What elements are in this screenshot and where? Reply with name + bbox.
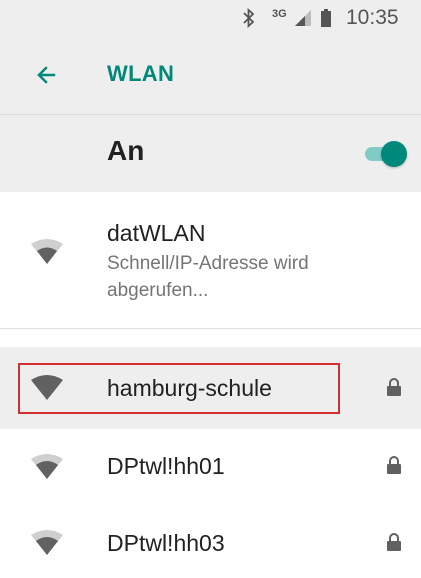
master-switch-label: An (107, 135, 145, 166)
battery-icon (321, 0, 331, 36)
wifi-signal-icon (30, 454, 64, 480)
signal-icon (294, 0, 312, 36)
section-spacer (0, 329, 421, 347)
clock: 10:35 (346, 6, 399, 29)
toggle-thumb (381, 141, 407, 167)
network-item[interactable]: DPtwl!hh01 (0, 429, 421, 505)
network-ssid: hamburg-schule (107, 375, 272, 401)
network-ssid: datWLAN (107, 220, 206, 246)
page-title: WLAN (107, 61, 175, 86)
wlan-master-switch-row[interactable]: An (0, 115, 421, 192)
network-status: Schnell/IP-Adresse wird abgerufen... (107, 253, 309, 301)
lock-icon (387, 456, 401, 474)
toolbar: WLAN (0, 36, 421, 115)
network-item[interactable]: DPtwl!hh03 (0, 505, 421, 578)
lock-icon (387, 533, 401, 551)
wifi-signal-icon (30, 239, 64, 265)
lock-icon (387, 378, 401, 396)
network-item-connected[interactable]: datWLAN Schnell/IP-Adresse wird abgerufe… (0, 192, 421, 329)
network-type-label: 3G (272, 8, 287, 20)
status-bar: 3G 10:35 (0, 0, 421, 36)
wifi-signal-icon (30, 530, 64, 556)
network-item[interactable]: hamburg-schule (0, 347, 421, 429)
wlan-toggle[interactable] (363, 140, 407, 168)
arrow-left-icon[interactable] (34, 62, 60, 88)
bluetooth-icon (242, 0, 256, 36)
network-ssid: DPtwl!hh01 (107, 453, 225, 479)
network-ssid: DPtwl!hh03 (107, 530, 225, 556)
wifi-signal-icon (30, 375, 64, 401)
